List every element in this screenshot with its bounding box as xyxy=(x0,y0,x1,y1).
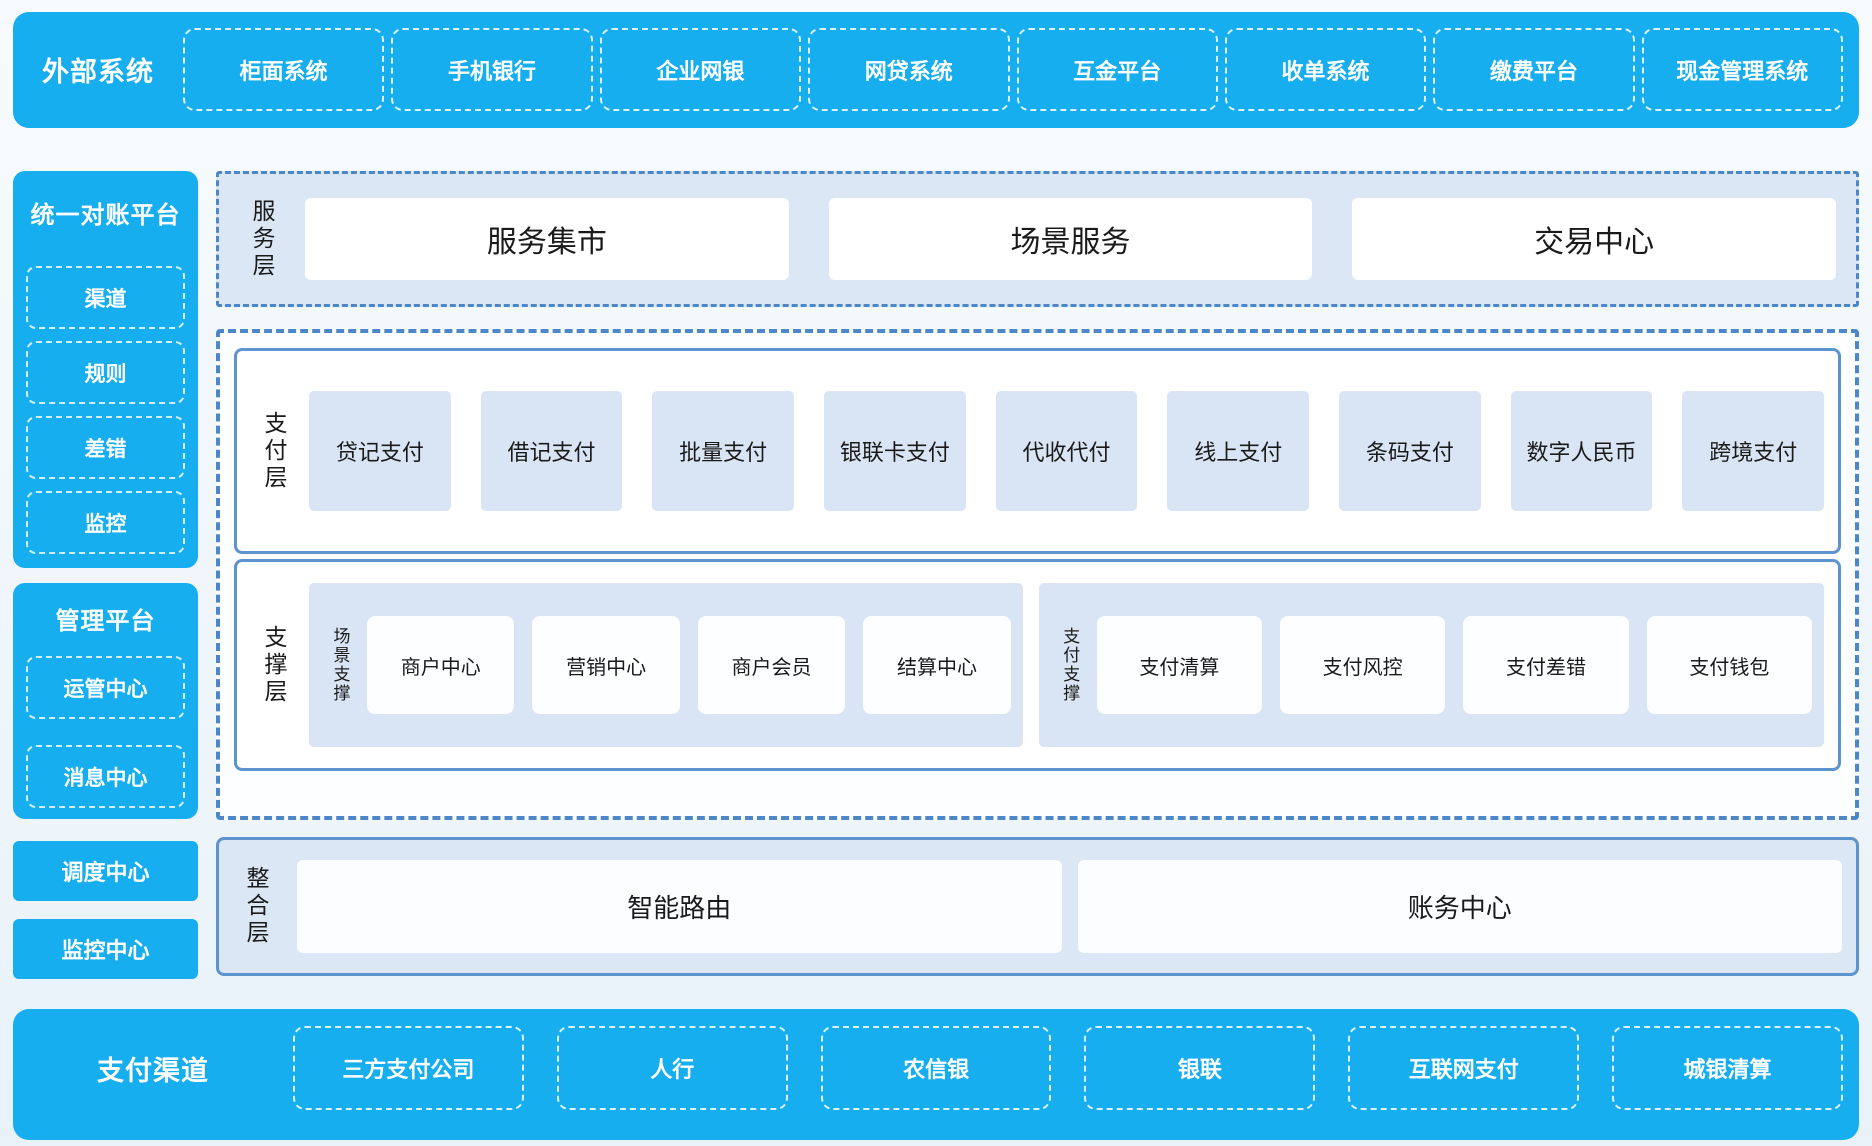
external-system-item: 互金平台 xyxy=(1017,28,1218,111)
payment-channel-item: 人行 xyxy=(557,1026,788,1110)
payment-layer-item: 银联卡支付 xyxy=(824,391,966,511)
service-layer-items: 服务集市场景服务交易中心 xyxy=(305,198,1836,280)
payment-channels-title: 支付渠道 xyxy=(13,1026,293,1110)
management-platform-block: 管理平台 运管中心消息中心 xyxy=(13,583,198,819)
reconciliation-item: 规则 xyxy=(26,341,185,404)
payment-layer-item: 批量支付 xyxy=(652,391,794,511)
payment-support-item: 支付清算 xyxy=(1097,616,1262,714)
support-layer-label: 支撑层 xyxy=(251,562,297,768)
service-layer-item: 交易中心 xyxy=(1352,198,1836,280)
payment-support-group: 支付支撑 支付清算支付风控支付差错支付钱包 xyxy=(1039,583,1824,747)
payment-support-item: 支付风控 xyxy=(1280,616,1445,714)
reconciliation-item: 监控 xyxy=(26,491,185,554)
external-system-item: 缴费平台 xyxy=(1433,28,1634,111)
payment-channel-item: 银联 xyxy=(1084,1026,1315,1110)
external-system-item: 柜面系统 xyxy=(183,28,384,111)
management-platform-title: 管理平台 xyxy=(26,583,185,656)
payment-channel-item: 三方支付公司 xyxy=(293,1026,524,1110)
support-layer: 支撑层 场景支撑 商户中心营销中心商户会员结算中心 支付支撑 支付清算支付风控支… xyxy=(234,559,1841,771)
layers-column: 服务层 服务集市场景服务交易中心 支付层 贷记支付借记支付批量支付银联卡支付代收… xyxy=(216,171,1859,981)
payment-channels-bar: 支付渠道 三方支付公司人行农信银银联互联网支付城银清算 xyxy=(13,1009,1859,1140)
payment-layer-item: 贷记支付 xyxy=(309,391,451,511)
payment-platform-architecture-diagram: 外部系统 柜面系统手机银行企业网银网贷系统互金平台收单系统缴费平台现金管理系统 … xyxy=(0,0,1872,1146)
scene-support-item: 营销中心 xyxy=(532,616,679,714)
reconciliation-platform-title: 统一对账平台 xyxy=(26,171,185,266)
reconciliation-platform-block: 统一对账平台 渠道规则差错监控 xyxy=(13,171,198,568)
scene-support-label: 场景支撑 xyxy=(323,583,357,747)
payment-channel-item: 城银清算 xyxy=(1612,1026,1843,1110)
service-layer-label: 服务层 xyxy=(239,198,285,280)
payment-layer-item: 跨境支付 xyxy=(1682,391,1824,511)
external-system-item: 网贷系统 xyxy=(808,28,1009,111)
payment-channel-item: 互联网支付 xyxy=(1348,1026,1579,1110)
integration-layer: 整合层 智能路由账务中心 xyxy=(216,837,1859,976)
scene-support-item: 商户中心 xyxy=(367,616,514,714)
integration-layer-label: 整合层 xyxy=(233,866,279,947)
core-layers-container: 支付层 贷记支付借记支付批量支付银联卡支付代收代付线上支付条码支付数字人民币跨境… xyxy=(216,329,1859,820)
payment-layer-label: 支付层 xyxy=(251,351,297,551)
payment-layer-item: 代收代付 xyxy=(996,391,1138,511)
scene-support-item: 结算中心 xyxy=(863,616,1010,714)
main-region: 统一对账平台 渠道规则差错监控 管理平台 运管中心消息中心 调度中心 监控中心 … xyxy=(13,171,1859,981)
payment-channel-item: 农信银 xyxy=(821,1026,1052,1110)
support-layer-groups: 场景支撑 商户中心营销中心商户会员结算中心 支付支撑 支付清算支付风控支付差错支… xyxy=(309,562,1824,768)
payment-support-item: 支付差错 xyxy=(1463,616,1628,714)
integration-layer-item: 账务中心 xyxy=(1078,860,1843,953)
service-layer: 服务层 服务集市场景服务交易中心 xyxy=(216,171,1859,307)
external-systems-items: 柜面系统手机银行企业网银网贷系统互金平台收单系统缴费平台现金管理系统 xyxy=(183,28,1843,111)
monitor-center-block: 监控中心 xyxy=(13,919,198,979)
reconciliation-items: 渠道规则差错监控 xyxy=(26,266,185,554)
reconciliation-item: 渠道 xyxy=(26,266,185,329)
payment-layer: 支付层 贷记支付借记支付批量支付银联卡支付代收代付线上支付条码支付数字人民币跨境… xyxy=(234,348,1841,554)
dispatch-center-block: 调度中心 xyxy=(13,841,198,901)
payment-layer-items: 贷记支付借记支付批量支付银联卡支付代收代付线上支付条码支付数字人民币跨境支付 xyxy=(309,351,1824,551)
external-systems-title: 外部系统 xyxy=(13,28,183,111)
payment-channels-items: 三方支付公司人行农信银银联互联网支付城银清算 xyxy=(293,1026,1843,1110)
payment-layer-item: 条码支付 xyxy=(1339,391,1481,511)
payment-layer-item: 线上支付 xyxy=(1167,391,1309,511)
service-layer-item: 服务集市 xyxy=(305,198,789,280)
integration-layer-items: 智能路由账务中心 xyxy=(297,860,1842,953)
scene-support-items: 商户中心营销中心商户会员结算中心 xyxy=(367,583,1011,747)
management-items: 运管中心消息中心 xyxy=(26,656,185,808)
external-systems-bar: 外部系统 柜面系统手机银行企业网银网贷系统互金平台收单系统缴费平台现金管理系统 xyxy=(13,12,1859,128)
management-item: 运管中心 xyxy=(26,656,185,719)
payment-support-item: 支付钱包 xyxy=(1647,616,1812,714)
external-system-item: 现金管理系统 xyxy=(1642,28,1843,111)
scene-support-item: 商户会员 xyxy=(698,616,845,714)
scene-support-group: 场景支撑 商户中心营销中心商户会员结算中心 xyxy=(309,583,1023,747)
payment-support-label: 支付支撑 xyxy=(1053,583,1087,747)
payment-support-items: 支付清算支付风控支付差错支付钱包 xyxy=(1097,583,1812,747)
integration-layer-item: 智能路由 xyxy=(297,860,1062,953)
external-system-item: 企业网银 xyxy=(600,28,801,111)
external-system-item: 收单系统 xyxy=(1225,28,1426,111)
external-system-item: 手机银行 xyxy=(391,28,592,111)
payment-layer-item: 数字人民币 xyxy=(1511,391,1653,511)
service-layer-item: 场景服务 xyxy=(829,198,1313,280)
payment-layer-item: 借记支付 xyxy=(481,391,623,511)
left-sidebar: 统一对账平台 渠道规则差错监控 管理平台 运管中心消息中心 调度中心 监控中心 xyxy=(13,171,198,981)
management-item: 消息中心 xyxy=(26,745,185,808)
reconciliation-item: 差错 xyxy=(26,416,185,479)
